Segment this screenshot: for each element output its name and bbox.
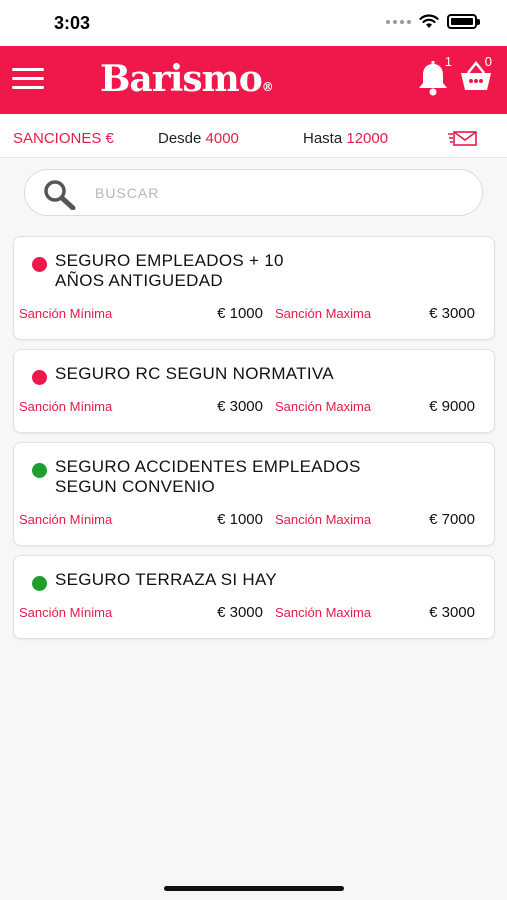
cart-count: 0: [484, 54, 492, 69]
notifications-count: 1: [444, 54, 452, 69]
list-item[interactable]: SEGURO ACCIDENTES EMPLEADOS SEGUN CONVEN…: [13, 442, 495, 546]
search-bar: [24, 169, 483, 216]
min-sanction-value: € 1000: [217, 305, 263, 322]
filter-to-value: 12000: [346, 130, 389, 147]
max-sanction-label: Sanción Maxima: [275, 399, 372, 414]
sanctions-list: SEGURO EMPLEADOS + 10 AÑOS ANTIGUEDAD Sa…: [13, 236, 495, 648]
list-item[interactable]: SEGURO RC SEGUN NORMATIVA Sanción Mínima…: [13, 349, 495, 433]
max-sanction-label: Sanción Maxima: [275, 512, 372, 527]
sanctions-filter-label[interactable]: SANCIONES €: [13, 130, 114, 147]
item-title: SEGURO RC SEGUN NORMATIVA: [55, 364, 334, 383]
max-sanction-value: € 3000: [429, 305, 475, 322]
search-icon: [44, 180, 76, 210]
wifi-icon: [419, 14, 439, 28]
item-title: SEGURO EMPLEADOS + 10 AÑOS ANTIGUEDAD: [55, 251, 284, 290]
cart-button[interactable]: 0: [458, 54, 494, 99]
filter-from-value: 4000: [205, 130, 239, 147]
max-sanction-value: € 7000: [429, 511, 475, 528]
filter-to[interactable]: Hasta 12000: [303, 130, 388, 147]
notifications-button[interactable]: 1: [416, 54, 452, 101]
brand-logo: Barismo®: [100, 58, 274, 100]
max-sanction-label: Sanción Maxima: [275, 605, 372, 620]
brand-registered-mark: ®: [261, 80, 274, 94]
menu-icon[interactable]: [12, 68, 44, 92]
min-sanction-label: Sanción Mínima: [19, 306, 113, 321]
max-sanction-value: € 9000: [429, 398, 475, 415]
status-time: 3:03: [54, 13, 91, 33]
battery-icon: [447, 14, 480, 29]
filter-from-label: Desde: [158, 130, 202, 147]
status-dot-green: [32, 463, 47, 478]
min-sanction-label: Sanción Mínima: [19, 512, 113, 527]
status-dot-red: [32, 257, 47, 272]
item-title: SEGURO TERRAZA SI HAY: [55, 570, 277, 589]
app-header: Barismo® 1 0: [0, 46, 507, 114]
list-item[interactable]: SEGURO TERRAZA SI HAY Sanción Mínima € 3…: [13, 555, 495, 639]
home-indicator[interactable]: [164, 886, 344, 891]
filter-bar: SANCIONES € Desde 4000 Hasta 12000: [0, 114, 507, 158]
min-sanction-label: Sanción Mínima: [19, 605, 113, 620]
min-sanction-label: Sanción Mínima: [19, 399, 113, 414]
brand-name: Barismo: [100, 58, 263, 100]
signal-icon: [386, 19, 411, 24]
max-sanction-value: € 3000: [429, 604, 475, 621]
min-sanction-value: € 3000: [217, 398, 263, 415]
status-bar: 3:03: [0, 0, 507, 46]
item-title: SEGURO ACCIDENTES EMPLEADOS SEGUN CONVEN…: [55, 457, 361, 496]
status-dot-green: [32, 576, 47, 591]
min-sanction-value: € 1000: [217, 511, 263, 528]
min-sanction-value: € 3000: [217, 604, 263, 621]
filter-to-label: Hasta: [303, 130, 343, 147]
status-icons: [386, 14, 480, 29]
max-sanction-label: Sanción Maxima: [275, 306, 372, 321]
filter-from[interactable]: Desde 4000: [158, 130, 239, 147]
list-item[interactable]: SEGURO EMPLEADOS + 10 AÑOS ANTIGUEDAD Sa…: [13, 236, 495, 340]
mail-icon[interactable]: [448, 129, 480, 147]
status-dot-red: [32, 370, 47, 385]
search-input[interactable]: [95, 181, 455, 205]
